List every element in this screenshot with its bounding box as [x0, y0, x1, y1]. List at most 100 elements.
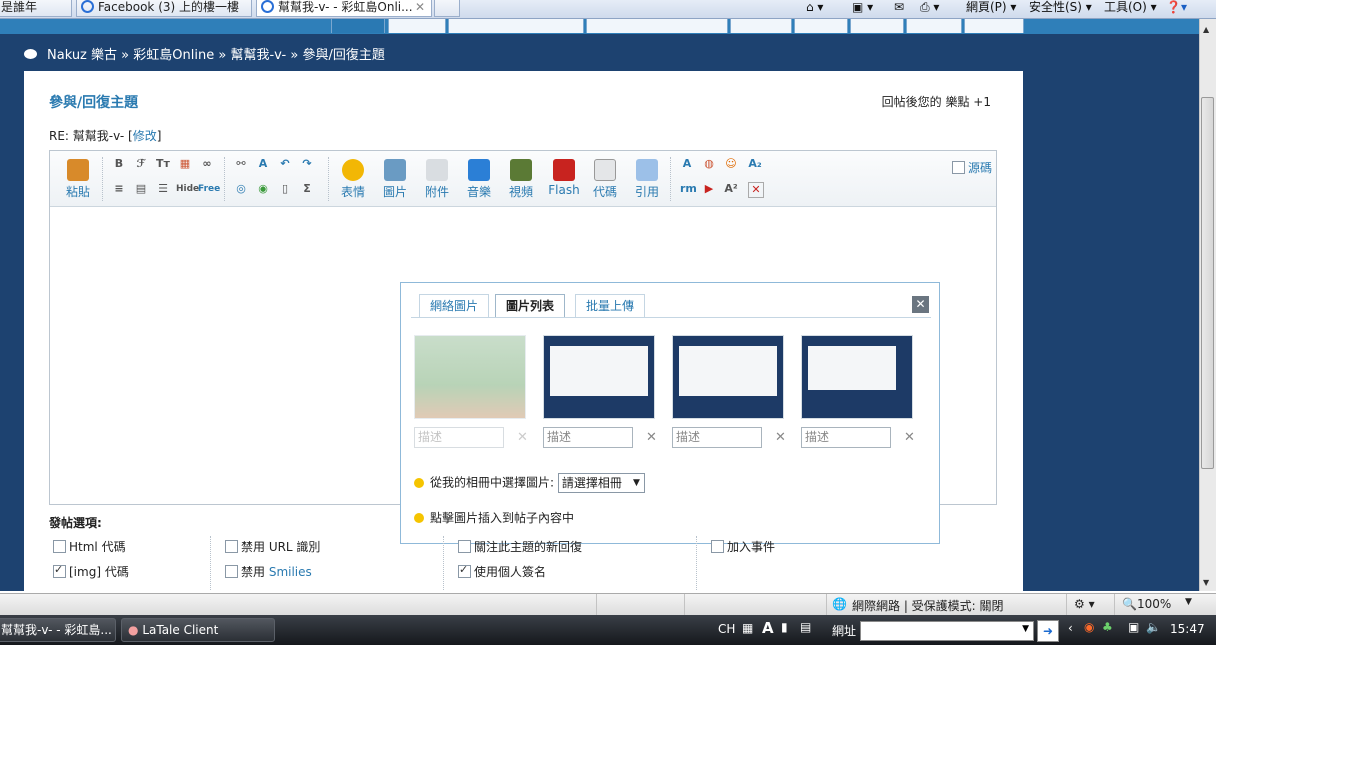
taskbar-item-latale[interactable]: ● LaTale Client	[121, 618, 275, 642]
language-indicator[interactable]: CH	[718, 622, 735, 636]
html-checkbox[interactable]	[53, 540, 66, 553]
free-icon[interactable]: Free	[198, 182, 220, 196]
smilies-link[interactable]: Smilies	[269, 565, 312, 579]
event-checkbox[interactable]	[711, 540, 724, 553]
browser-tab-active[interactable]: 幫幫我-v- - 彩虹島Onli... ✕	[256, 0, 432, 17]
nav-tab-home[interactable]	[331, 19, 385, 33]
ime-icon[interactable]: ▦	[742, 621, 753, 635]
paste-button[interactable]: 粘貼	[64, 159, 92, 200]
nav-tab-7[interactable]	[850, 19, 904, 33]
emoji-icon[interactable]: ☺	[724, 157, 738, 171]
map-icon[interactable]: ◎	[234, 182, 248, 196]
ime-settings-icon[interactable]: ▤	[800, 620, 811, 634]
help-icon[interactable]: ❓▾	[1166, 0, 1187, 14]
thumbnail-screenshot-1[interactable]	[543, 335, 655, 419]
nav-tab-6[interactable]	[794, 19, 848, 33]
formula-icon[interactable]: Σ	[300, 182, 314, 196]
align-icon[interactable]: ≡	[112, 182, 126, 196]
security-icon[interactable]: ⚙ ▾	[1074, 597, 1095, 611]
description-input-1[interactable]: 描述	[414, 427, 504, 448]
option-no-url[interactable]: 禁用 URL 識別	[225, 538, 320, 555]
description-input-4[interactable]: 描述	[801, 427, 891, 448]
zoom-level[interactable]: 100%	[1137, 597, 1171, 611]
video-button[interactable]: 視頻	[506, 159, 536, 200]
code-button[interactable]: 代碼	[590, 159, 620, 200]
font-mode-icon[interactable]: A	[762, 619, 774, 637]
safety-menu[interactable]: 安全性(S) ▾	[1029, 0, 1092, 14]
home-icon[interactable]: ⌂ ▾	[806, 0, 823, 14]
quote-button[interactable]: 引用	[632, 159, 662, 200]
list-icon[interactable]: ☰	[156, 182, 170, 196]
undo-icon[interactable]: ↶	[278, 157, 292, 171]
new-tab-button[interactable]	[434, 0, 460, 17]
remove-image-icon-3[interactable]: ✕	[775, 430, 786, 445]
option-subscribe[interactable]: 關注此主題的新回復	[458, 538, 582, 555]
tray-user-icon[interactable]: ♣	[1102, 620, 1113, 634]
address-input[interactable]	[860, 621, 1034, 641]
bold-icon[interactable]: B	[112, 157, 126, 171]
subscript-icon[interactable]: A₂	[748, 157, 762, 171]
hide-icon[interactable]: Hide	[176, 182, 199, 196]
remove-format-icon[interactable]: A	[256, 157, 270, 171]
option-signature[interactable]: 使用個人簽名	[458, 563, 546, 580]
print-icon[interactable]: ⎙ ▾	[920, 0, 939, 14]
subscribe-checkbox[interactable]	[458, 540, 471, 553]
nav-tab-5[interactable]	[730, 19, 792, 33]
option-event[interactable]: 加入事件	[711, 538, 775, 555]
tools-menu[interactable]: 工具(O) ▾	[1104, 0, 1157, 14]
option-html[interactable]: Html 代碼	[53, 538, 126, 555]
tray-expand-icon[interactable]: ‹	[1068, 621, 1073, 635]
font-size-icon[interactable]: Tт	[156, 157, 170, 171]
close-tab-icon[interactable]: ✕	[415, 0, 425, 15]
link-icon[interactable]: ∞	[200, 157, 214, 171]
media-icon[interactable]: ◉	[256, 182, 270, 196]
image-button[interactable]: 圖片	[380, 159, 410, 200]
browser-tab-facebook[interactable]: Facebook (3) 上的樓一樓	[76, 0, 252, 17]
font-icon[interactable]: ℱ	[134, 157, 148, 171]
superscript-icon[interactable]: A²	[724, 182, 738, 196]
option-no-smilies[interactable]: 禁用 Smilies	[225, 563, 312, 580]
browser-tab-1[interactable]: 是誰年	[0, 0, 72, 17]
realmedia-icon[interactable]: rm	[680, 182, 697, 196]
go-arrow-icon[interactable]: ➜	[1037, 620, 1059, 642]
nav-tab-8[interactable]	[906, 19, 962, 33]
remove-image-icon-1[interactable]: ✕	[517, 430, 528, 445]
no-url-checkbox[interactable]	[225, 540, 238, 553]
source-mode-toggle[interactable]: 源碼	[951, 159, 992, 176]
nav-tab-2[interactable]	[388, 19, 446, 33]
unlink-icon[interactable]: ⚯	[234, 157, 248, 171]
scrollbar-thumb[interactable]	[1201, 97, 1214, 469]
signature-checkbox[interactable]	[458, 563, 471, 578]
tab-image-list[interactable]: 圖片列表	[495, 294, 566, 318]
source-checkbox[interactable]	[951, 161, 965, 174]
description-input-3[interactable]: 描述	[672, 427, 762, 448]
remove-image-icon-2[interactable]: ✕	[646, 430, 657, 445]
text-style-icon[interactable]: A	[680, 157, 694, 171]
remove-image-icon-4[interactable]: ✕	[904, 430, 915, 445]
page-menu[interactable]: 網頁(P) ▾	[966, 0, 1016, 14]
breadcrumb-thread[interactable]: 幫幫我-v-	[230, 48, 286, 63]
record-icon[interactable]: ◍	[702, 157, 716, 171]
thumbnail-screenshot-3[interactable]	[801, 335, 913, 419]
network-icon[interactable]: ▣	[1128, 620, 1139, 634]
input-mode-icon[interactable]: ▮	[781, 620, 788, 634]
close-small-icon[interactable]: ✕	[748, 182, 764, 198]
nav-tab-4[interactable]	[586, 19, 728, 33]
taskbar-item-browser[interactable]: 幫幫我-v- - 彩虹島...	[0, 618, 116, 642]
scroll-down-icon[interactable]: ▼	[1203, 578, 1209, 587]
music-button[interactable]: 音樂	[464, 159, 494, 200]
option-img[interactable]: [img] 代碼	[53, 563, 129, 580]
mail-icon[interactable]: ✉	[894, 0, 904, 14]
youtube-icon[interactable]: ▶	[702, 182, 716, 196]
tab-batch-upload[interactable]: 批量上傳	[575, 294, 646, 318]
breadcrumb-forum[interactable]: 彩虹島Online	[133, 48, 214, 63]
zoom-dropdown-icon[interactable]: ▼	[1185, 597, 1192, 607]
color-icon[interactable]: ▦	[178, 157, 192, 171]
thumbnail-game-image[interactable]	[414, 335, 526, 419]
nav-tab-3[interactable]	[448, 19, 584, 33]
volume-icon[interactable]: 🔈	[1146, 620, 1161, 634]
close-dialog-button[interactable]: ✕	[912, 296, 929, 313]
description-input-2[interactable]: 描述	[543, 427, 633, 448]
album-select[interactable]: 請選擇相冊	[557, 473, 645, 493]
edit-subject-link[interactable]: 修改	[133, 129, 157, 143]
